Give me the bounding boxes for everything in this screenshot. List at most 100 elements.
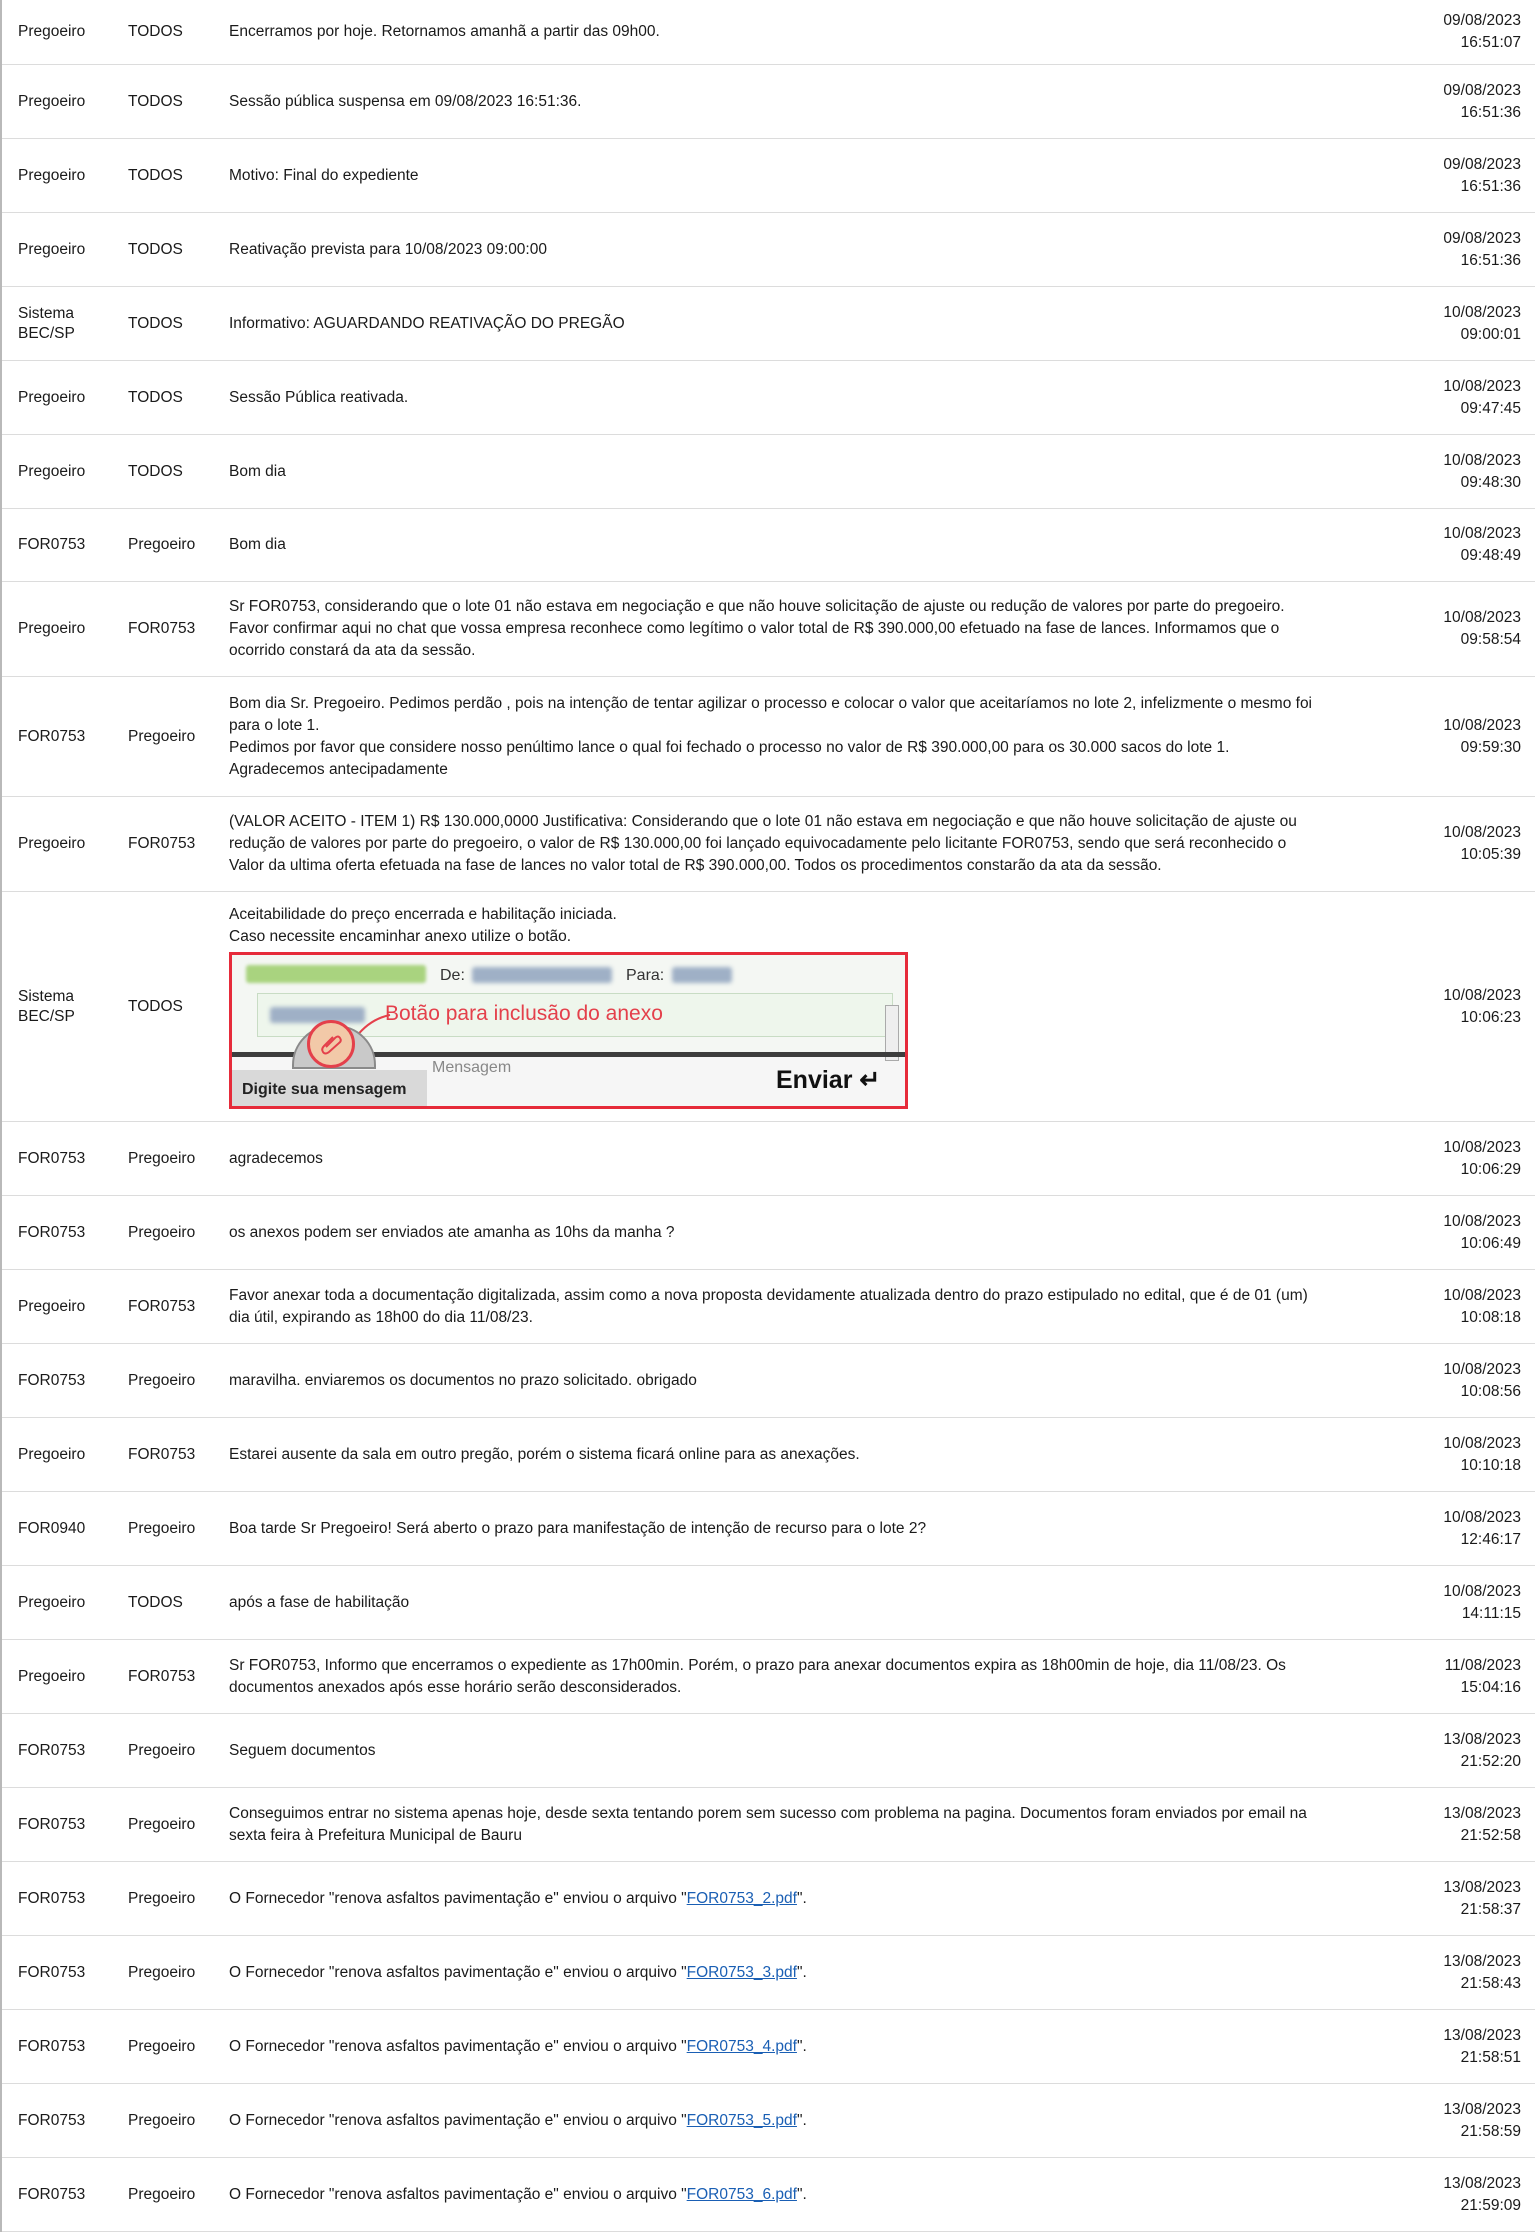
message-line: Favor anexar toda a documentação digital… [229,1286,1308,1304]
timestamp-date: 13/08/2023 [1443,2174,1521,2192]
file-link[interactable]: FOR0753_3.pdf [687,1964,797,1981]
timestamp-date: 10/08/2023 [1443,824,1521,841]
message-line: os anexos podem ser enviados ate amanha … [229,1223,675,1241]
recipient: Pregoeiro [128,1889,196,1907]
timestamp: 13/08/2023 21:59:09 [1395,2173,1535,2217]
message-row: FOR0753 Pregoeiro O Fornecedor "renova asf… [2,1936,1535,2010]
file-link[interactable]: FOR0753_4.pdf [687,2038,797,2055]
timestamp: 13/08/2023 21:58:51 [1395,2025,1535,2069]
message-line: Bom dia [229,536,286,553]
message-line: documentos anexados após esse horário se… [229,1678,682,1696]
timestamp: 10/08/2023 10:06:49 [1395,1211,1535,1255]
message-text: O Fornecedor "renova asfaltos pavimentaç… [213,1888,1395,1910]
timestamp-date: 10/08/2023 [1443,303,1521,321]
sender-line: BEC/SP [18,1007,75,1025]
sender: FOR0753 [2,1223,112,1243]
message-text: Encerramos por hoje. Retornamos amanhã a… [213,21,1395,43]
timestamp: 13/08/2023 21:52:20 [1395,1729,1535,1773]
timestamp-date: 13/08/2023 [1443,2100,1521,2118]
file-link[interactable]: FOR0753_6.pdf [687,2186,797,2203]
message-row: FOR0753 Pregoeiro O Fornecedor "renova asf… [2,2158,1535,2232]
sender: Pregoeiro [2,1667,112,1687]
message-text: Boa tarde Sr Pregoeiro! Será aberto o pr… [213,1518,1395,1540]
from-label: De: [440,967,465,984]
sender-line: Pregoeiro [18,166,86,184]
sender-line: Pregoeiro [18,462,86,480]
message-line: Reativação prevista para 10/08/2023 09:0… [229,240,547,258]
timestamp-time: 09:47:45 [1460,399,1521,417]
timestamp: 10/08/2023 10:06:29 [1395,1137,1535,1181]
message-text: (VALOR ACEITO - ITEM 1) R$ 130.000,0000 … [213,811,1395,877]
message-text: Bom dia Sr. Pregoeiro. Pedimos perdão , … [213,693,1395,781]
recipient: FOR0753 [128,620,196,637]
message-row: Pregoeiro TODOS Sessão pública suspensa em… [2,65,1535,139]
file-link[interactable]: FOR0753_2.pdf [687,1890,797,1907]
timestamp-date: 10/08/2023 [1443,451,1521,469]
timestamp-time: 16:51:36 [1460,177,1521,195]
sender-line: Pregoeiro [18,240,86,258]
sender: FOR0753 [2,2185,112,2205]
timestamp: 10/08/2023 09:48:30 [1395,450,1535,494]
message-row: FOR0753 Pregoeiro Seguem documentos 13/08/2… [2,1714,1535,1788]
message-line: ocorrido constará da ata da sessão. [229,642,476,659]
timestamp-time: 10:05:39 [1460,846,1521,863]
paperclip-icon [307,1020,355,1068]
message-text: após a fase de habilitação [213,1592,1395,1614]
recipient: TODOS [128,314,183,332]
timestamp-time: 21:52:58 [1460,1826,1521,1844]
message-text: Reativação prevista para 10/08/2023 09:0… [213,239,1395,261]
recipient: Pregoeiro [128,2037,196,2055]
message-suffix: ". [796,1889,807,1907]
timestamp: 09/08/2023 16:51:07 [1395,10,1535,54]
sender-line: FOR0753 [18,2037,86,2055]
timestamp-date: 10/08/2023 [1443,1286,1521,1304]
message-row: Pregoeiro TODOS após a fase de habilitação… [2,1566,1535,1640]
sender: Pregoeiro [2,388,112,408]
timestamp: 13/08/2023 21:58:59 [1395,2099,1535,2143]
timestamp-date: 10/08/2023 [1443,1212,1521,1230]
message-line: Sr FOR0753, Informo que encerramos o exp… [229,1656,1286,1674]
message-prefix: O Fornecedor "renova asfaltos pavimentaç… [229,1889,687,1907]
message-text: agradecemos [213,1148,1395,1170]
message-text: Sr FOR0753, Informo que encerramos o exp… [213,1655,1395,1699]
message-suffix: ". [796,2111,807,2129]
timestamp-time: 09:58:54 [1460,631,1521,648]
timestamp-time: 12:46:17 [1460,1530,1521,1548]
sender-line: FOR0753 [18,1889,86,1907]
file-link[interactable]: FOR0753_5.pdf [687,2112,797,2129]
sender-line: Pregoeiro [18,92,86,110]
timestamp: 10/08/2023 09:59:30 [1395,715,1535,759]
message-line: sexta feira à Prefeitura Municipal de Ba… [229,1826,522,1844]
sender-line: Sistema [18,304,74,322]
timestamp: 10/08/2023 10:08:56 [1395,1359,1535,1403]
sender: Pregoeiro [2,1297,112,1317]
timestamp: 09/08/2023 16:51:36 [1395,154,1535,198]
timestamp-time: 10:06:23 [1460,1008,1521,1026]
message-row: Sistema BEC/SP TODOS Informativo: AGUARDAND… [2,287,1535,361]
recipient: Pregoeiro [128,2111,196,2129]
message-text: maravilha. enviaremos os documentos no p… [213,1370,1395,1392]
message-line: após a fase de habilitação [229,1593,410,1611]
message-row: FOR0753 Pregoeiro O Fornecedor "renova asf… [2,2084,1535,2158]
sender: FOR0753 [2,2037,112,2057]
timestamp-time: 14:11:15 [1461,1604,1521,1622]
timestamp: 13/08/2023 21:52:58 [1395,1803,1535,1847]
sender-line: FOR0753 [18,1223,86,1241]
message-row: FOR0753 Pregoeiro O Fornecedor "renova asf… [2,2010,1535,2084]
message-line: Sessão Pública reativada. [229,388,409,406]
timestamp-time: 09:48:30 [1460,473,1521,491]
timestamp-time: 21:58:43 [1460,1974,1521,1992]
timestamp-date: 10/08/2023 [1443,1138,1521,1156]
timestamp: 10/08/2023 10:05:39 [1395,822,1535,866]
message-line: Informativo: AGUARDANDO REATIVAÇÃO DO PR… [229,314,625,332]
message-placeholder: Mensagem [432,1059,512,1076]
sender-line: Pregoeiro [18,1593,86,1611]
timestamp: 09/08/2023 16:51:36 [1395,80,1535,124]
timestamp: 13/08/2023 21:58:43 [1395,1951,1535,1995]
timestamp-date: 10/08/2023 [1443,1434,1521,1452]
sender: Sistema BEC/SP [2,304,112,344]
message-row: Pregoeiro TODOS Sessão Pública reativada. 1… [2,361,1535,435]
message-prefix: O Fornecedor "renova asfaltos pavimentaç… [229,2037,687,2055]
to-label: Para: [626,967,665,984]
timestamp-date: 10/08/2023 [1443,1582,1521,1600]
